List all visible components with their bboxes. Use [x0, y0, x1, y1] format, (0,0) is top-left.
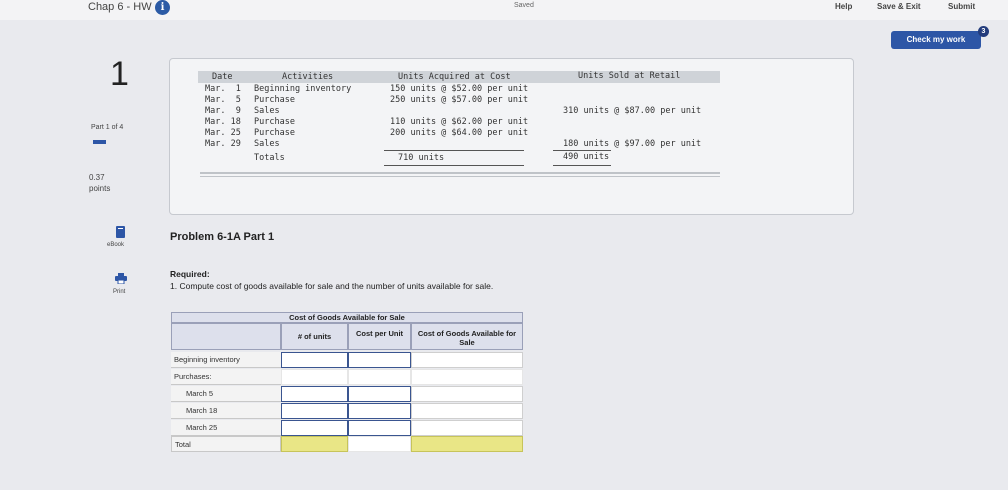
activity-row-date: Mar. 9	[205, 106, 241, 116]
save-exit-button[interactable]: Save & Exit	[877, 2, 921, 11]
activity-row-sold: 180 units @ $97.00 per unit	[563, 139, 702, 149]
march5-cost-input[interactable]	[348, 386, 411, 402]
col-activities-header: Activities	[282, 72, 334, 82]
panel-divider	[200, 172, 720, 174]
header-blank	[171, 323, 281, 350]
beginning-cogas-cell	[411, 352, 523, 368]
march18-units-input[interactable]	[281, 403, 348, 419]
col-date-header: Date	[212, 72, 233, 82]
points-label: points	[89, 184, 111, 193]
total-blank	[348, 436, 411, 452]
required-label: Required:	[170, 269, 210, 279]
totals-label: Totals	[254, 153, 285, 163]
ebook-icon[interactable]	[115, 226, 126, 241]
acquired-underline	[384, 150, 524, 151]
col-sold-header: Units Sold at Retail	[578, 71, 681, 81]
activity-row-acquired: 250 units @ $57.00 per unit	[390, 95, 529, 105]
help-link[interactable]: Help	[835, 2, 852, 11]
activity-row-acquired: 150 units @ $52.00 per unit	[390, 84, 529, 94]
info-icon[interactable]: i	[155, 0, 170, 15]
row-label-total: Total	[171, 436, 281, 452]
panel-divider	[200, 176, 720, 177]
activity-row-activity: Purchase	[254, 95, 295, 105]
march25-units-input[interactable]	[281, 420, 348, 436]
purchases-blank	[281, 369, 348, 385]
problem-title: Problem 6-1A Part 1	[170, 231, 275, 243]
activity-row-activity: Purchase	[254, 117, 295, 127]
print-link[interactable]: Print	[113, 289, 125, 295]
march5-cogas-cell	[411, 386, 523, 402]
activity-row-activity: Sales	[254, 106, 280, 116]
part-progress-bar	[93, 140, 106, 144]
purchases-blank	[411, 369, 523, 385]
activity-row-activity: Purchase	[254, 128, 295, 138]
row-label-march-18: March 18	[171, 403, 281, 419]
total-units-cell	[281, 436, 348, 452]
table-title: Cost of Goods Available for Sale	[171, 312, 523, 323]
total-acquired: 710 units	[398, 153, 445, 163]
march25-cost-input[interactable]	[348, 420, 411, 436]
row-label-purchases: Purchases:	[171, 369, 281, 385]
ebook-link[interactable]: eBook	[107, 242, 124, 248]
sold-underline	[553, 150, 611, 151]
col-cogas-header: Cost of Goods Available for Sale	[411, 323, 523, 350]
march5-units-input[interactable]	[281, 386, 348, 402]
beginning-cost-input[interactable]	[348, 352, 411, 368]
activity-row-acquired: 110 units @ $62.00 per unit	[390, 117, 529, 127]
activity-row-activity: Sales	[254, 139, 280, 149]
activity-row-date: Mar. 29	[205, 139, 241, 149]
print-icon[interactable]	[115, 273, 127, 287]
row-label-march-5: March 5	[171, 386, 281, 402]
check-attempts-badge: 3	[978, 26, 989, 37]
points-value: 0.37	[89, 173, 105, 182]
points-display: 0.37 points	[89, 172, 110, 194]
march25-cogas-cell	[411, 420, 523, 436]
row-label-march-25: March 25	[171, 420, 281, 436]
activity-row-acquired: 200 units @ $64.00 per unit	[390, 128, 529, 138]
part-indicator: Part 1 of 4	[91, 124, 124, 131]
activity-row-sold: 310 units @ $87.00 per unit	[563, 106, 702, 116]
total-sold: 490 units	[563, 152, 610, 162]
assignment-title: Chap 6 - HW	[88, 1, 152, 13]
sold-double-underline	[553, 165, 611, 166]
check-my-work-button[interactable]: Check my work	[891, 31, 981, 49]
cogas-table: Cost of Goods Available for Sale # of un…	[171, 312, 523, 452]
submit-button[interactable]: Submit	[948, 2, 975, 11]
required-text: 1. Compute cost of goods available for s…	[170, 281, 494, 291]
activity-row-activity: Beginning inventory	[254, 84, 352, 94]
beginning-units-input[interactable]	[281, 352, 348, 368]
march18-cost-input[interactable]	[348, 403, 411, 419]
march18-cogas-cell	[411, 403, 523, 419]
acquired-double-underline	[384, 165, 524, 166]
activity-row-date: Mar. 1	[205, 84, 241, 94]
col-cost-per-unit-header: Cost per Unit	[348, 323, 411, 350]
activity-row-date: Mar. 25	[205, 128, 241, 138]
total-cogas-cell	[411, 436, 523, 452]
activity-row-date: Mar. 5	[205, 95, 241, 105]
activity-row-date: Mar. 18	[205, 117, 241, 127]
col-units-header: # of units	[281, 323, 348, 350]
row-label-beginning: Beginning inventory	[171, 352, 281, 368]
purchases-blank	[348, 369, 411, 385]
col-acquired-header: Units Acquired at Cost	[398, 72, 511, 82]
save-status: Saved	[514, 2, 534, 9]
question-number: 1	[110, 55, 129, 93]
